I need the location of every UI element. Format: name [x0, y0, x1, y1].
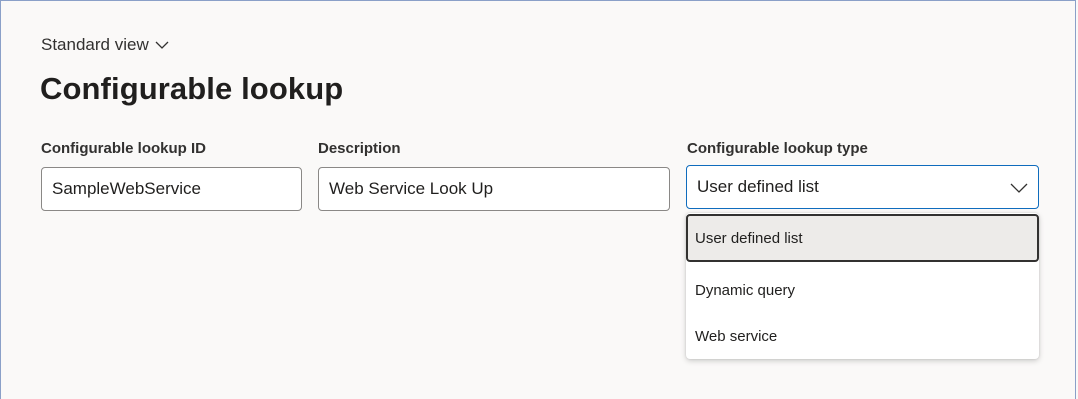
lookup-type-value: User defined list [697, 177, 819, 196]
chevron-down-icon [155, 41, 169, 50]
option-user-defined-list[interactable]: User defined list [686, 214, 1039, 262]
lookup-id-input[interactable]: SampleWebService [41, 167, 302, 211]
lookup-id-label: Configurable lookup ID [41, 140, 206, 157]
lookup-type-combobox[interactable]: User defined list [686, 165, 1039, 209]
page-title: Configurable lookup [40, 71, 344, 106]
view-selector-label: Standard view [41, 35, 149, 54]
lookup-type-dropdown-list: User defined list Dynamic query Web serv… [686, 213, 1039, 359]
lookup-type-label: Configurable lookup type [687, 140, 868, 157]
chevron-down-icon[interactable] [1010, 179, 1028, 199]
view-selector[interactable]: Standard view [41, 35, 169, 55]
page-frame: Standard view Configurable lookup Config… [0, 0, 1076, 399]
option-web-service[interactable]: Web service [686, 313, 1039, 360]
description-input[interactable]: Web Service Look Up [318, 167, 670, 211]
option-dynamic-query[interactable]: Dynamic query [686, 267, 1039, 314]
description-label: Description [318, 140, 401, 157]
